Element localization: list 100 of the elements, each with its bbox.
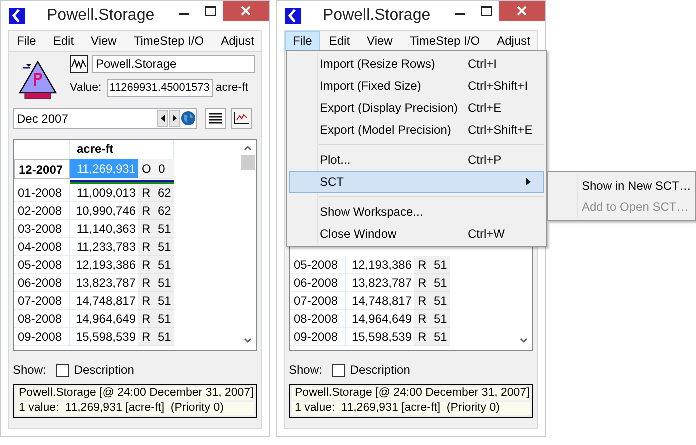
scroll-thumb[interactable] [240, 154, 256, 171]
list-button[interactable] [205, 108, 226, 129]
flag-cell: R 51 [414, 328, 450, 346]
menu-item[interactable]: Import (Fixed Size) Ctrl+Shift+I [289, 75, 544, 97]
menu-item[interactable]: Export (Model Precision) Ctrl+Shift+E [289, 119, 544, 141]
shortcut-label: Ctrl+I [468, 57, 498, 71]
submenu-item: Add to Open SCT… [581, 198, 690, 216]
submenu-item[interactable]: Show in New SCT… [550, 175, 693, 196]
flag-cell: R 51 [414, 256, 450, 274]
menu-item-label: Plot... [320, 153, 352, 167]
row-date: 05-2008 [290, 256, 346, 274]
list-icon [209, 113, 222, 124]
value-label: Value: [70, 82, 102, 94]
flag-cell: R 51 [138, 310, 174, 328]
description-checkbox[interactable] [56, 364, 70, 376]
description-label: Description [350, 363, 410, 377]
row-date: 09-2008 [14, 328, 70, 346]
flag-cell: O 0 [138, 159, 174, 179]
line-chart-icon [234, 112, 249, 125]
row-date: 01-2008 [14, 184, 70, 202]
shortcut-label: Ctrl+Shift+I [468, 79, 528, 93]
flag-cell: R 51 [414, 292, 450, 310]
menu-item-label: Close Window [320, 227, 398, 241]
description-label: Description [74, 363, 134, 377]
show-label: Show: [13, 363, 46, 377]
window-title: Powell.Storage [323, 6, 431, 24]
row-date: 06-2008 [290, 274, 346, 292]
row-date: 08-2008 [290, 310, 346, 328]
menu-item[interactable]: SCT [289, 171, 544, 193]
menu-item[interactable]: Export (Display Precision) Ctrl+E [289, 97, 544, 119]
menu-item[interactable]: Edit [321, 31, 358, 51]
flag-cell: R 51 [138, 238, 174, 256]
menu-item[interactable]: File [9, 31, 44, 51]
plot-button[interactable] [231, 108, 252, 129]
flag-cell: R 51 [414, 310, 450, 328]
close-button[interactable] [223, 1, 269, 21]
submenu-arrow-icon [526, 178, 531, 186]
close-icon [517, 6, 527, 16]
menu-item-label: Export (Model Precision) [320, 123, 452, 137]
menu-item[interactable]: TimeStep I/O [402, 31, 488, 51]
menu-item-label: Import (Resize Rows) [320, 57, 436, 71]
minimize-icon [455, 13, 465, 15]
flag-cell: R 51 [138, 274, 174, 292]
value-field[interactable]: 11269931.45001573 [106, 79, 213, 97]
flag-cell: R 62 [138, 202, 174, 220]
app-icon [285, 8, 301, 24]
row-date: 09-2008 [290, 328, 346, 346]
units-label: acre-ft [216, 82, 248, 94]
flag-cell: R 51 [138, 220, 174, 238]
shortcut-label: Ctrl+W [468, 227, 505, 241]
description-checkbox[interactable] [332, 364, 346, 376]
flag-cell: R 51 [414, 274, 450, 292]
show-label: Show: [289, 363, 322, 377]
menu-item[interactable]: TimeStep I/O [126, 31, 212, 51]
row-date: 12-2007 [14, 159, 70, 179]
flag-cell: R 51 [138, 292, 174, 310]
menu-item[interactable]: View [359, 31, 401, 51]
reservoir-icon [16, 59, 60, 101]
menu-item[interactable]: Plot... Ctrl+P [289, 149, 544, 171]
row-date: 03-2008 [14, 220, 70, 238]
close-icon [241, 6, 251, 16]
row-date: 05-2008 [14, 256, 70, 274]
app-icon [9, 8, 25, 24]
menu-item-label: Import (Fixed Size) [320, 79, 422, 93]
row-date: 06-2008 [14, 274, 70, 292]
menu-item[interactable]: Edit [45, 31, 82, 51]
flag-cell: R 51 [138, 328, 174, 346]
shortcut-label: Ctrl+E [468, 101, 502, 115]
shortcut-label: Ctrl+Shift+E [468, 123, 533, 137]
row-date: 04-2008 [14, 238, 70, 256]
row-date: 07-2008 [14, 292, 70, 310]
date-field[interactable]: Dec 2007 [13, 108, 197, 129]
menu-item[interactable]: File [285, 31, 320, 51]
minimize-icon [179, 13, 189, 15]
next-button[interactable] [169, 110, 180, 127]
menu-item[interactable]: View [83, 31, 125, 51]
menu-item-label: Export (Display Precision) [320, 101, 460, 115]
close-button[interactable] [499, 1, 545, 21]
row-date: 02-2008 [14, 202, 70, 220]
shortcut-label: Ctrl+P [468, 153, 502, 167]
menu-item[interactable]: Show Workspace... [289, 201, 544, 223]
flag-cell: R 62 [138, 184, 174, 202]
plot-icon[interactable] [70, 55, 88, 73]
date-text: Dec 2007 [17, 112, 68, 126]
window-title: Powell.Storage [47, 6, 155, 24]
menu-item[interactable]: Adjust [213, 31, 262, 51]
row-date: 07-2008 [290, 292, 346, 310]
globe-icon[interactable] [181, 111, 196, 126]
left-arrow-icon [160, 115, 164, 122]
right-arrow-icon [172, 115, 176, 122]
menu-item-label: SCT [320, 175, 345, 189]
menu-item[interactable]: Close Window Ctrl+W [289, 223, 544, 245]
name-field[interactable]: Powell.Storage [92, 55, 255, 73]
menu-item-label: Show Workspace... [320, 205, 424, 219]
row-date: 08-2008 [14, 310, 70, 328]
maximize-icon [480, 6, 492, 16]
previous-button[interactable] [157, 110, 168, 127]
menu-item[interactable]: Adjust [489, 31, 538, 51]
maximize-icon [204, 6, 216, 16]
menu-item[interactable]: Import (Resize Rows) Ctrl+I [289, 53, 544, 75]
